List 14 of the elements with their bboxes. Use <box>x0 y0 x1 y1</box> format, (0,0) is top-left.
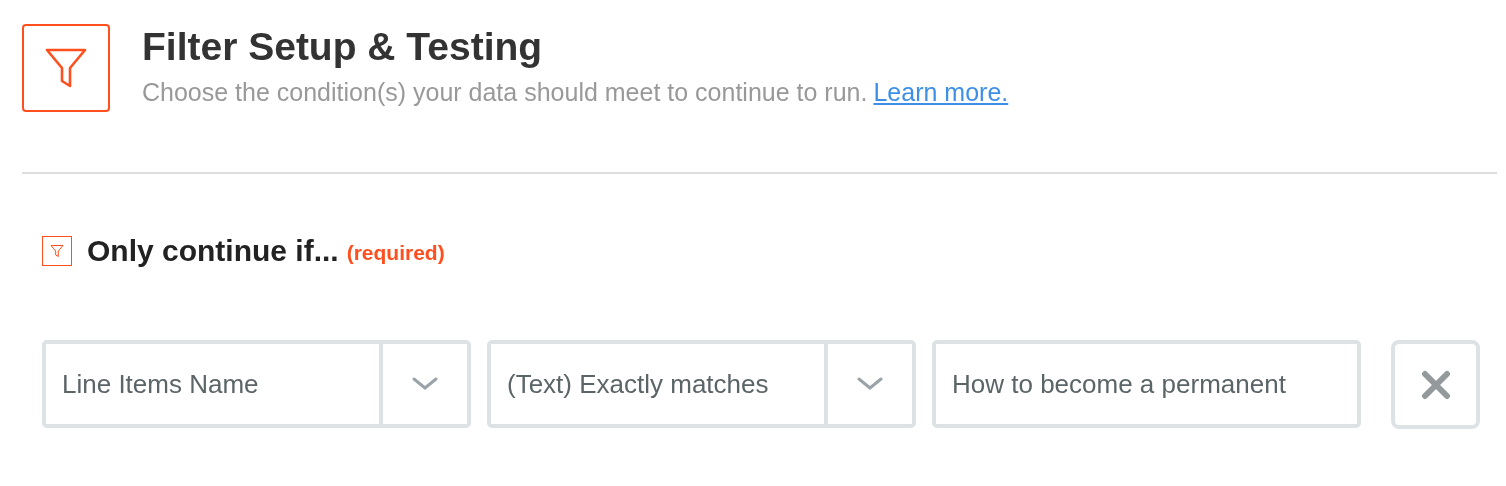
value-input-field[interactable]: How to become a permanent <box>932 340 1361 428</box>
description-text: Choose the condition(s) your data should meet to continue to run. <box>142 78 868 106</box>
funnel-icon <box>22 24 110 112</box>
caret-icon <box>857 377 883 391</box>
section-title: Only continue if... <box>87 234 339 268</box>
funnel-icon <box>42 236 72 266</box>
caret-icon <box>412 377 438 391</box>
remove-button[interactable] <box>1391 340 1480 429</box>
page-title: Filter Setup & Testing <box>142 24 544 70</box>
learn-more-link[interactable]: Learn more. <box>873 78 1009 106</box>
required-label: (required) <box>346 241 445 265</box>
close-icon <box>1420 369 1451 400</box>
dropdown[interactable]: (Text) Exactly matches <box>487 340 916 428</box>
dropdown[interactable]: Line Items Name <box>42 340 471 428</box>
